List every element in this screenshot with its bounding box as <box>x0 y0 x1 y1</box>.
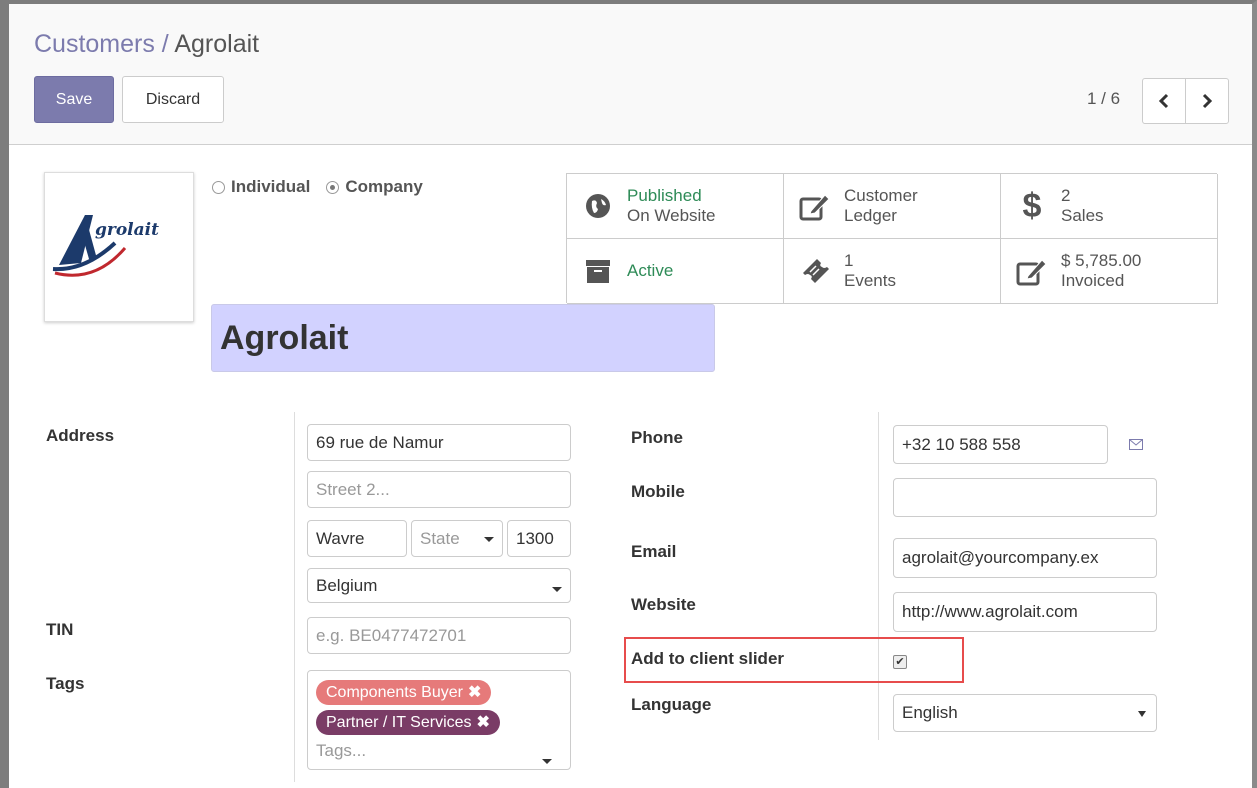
country-value: Belgium <box>316 576 378 595</box>
edit-icon <box>798 189 832 223</box>
events-label: Events <box>844 271 896 290</box>
phone-input[interactable]: +32 10 588 558 <box>893 425 1108 464</box>
caret-down-icon <box>484 537 494 542</box>
active-toggle-button[interactable]: Active <box>567 239 784 304</box>
chevron-right-icon <box>1202 93 1213 109</box>
partner-name-input[interactable]: Agrolait <box>211 304 715 372</box>
website-label: Website <box>631 595 696 614</box>
mobile-label: Mobile <box>631 482 685 501</box>
website-input[interactable]: http://www.agrolait.com <box>893 592 1157 632</box>
archive-icon <box>581 254 615 288</box>
email-label: Email <box>631 542 677 561</box>
company-logo[interactable]: grolait <box>44 172 194 322</box>
tag-chip: Components Buyer ✖ <box>316 680 492 705</box>
street-input[interactable]: 69 rue de Namur <box>307 424 571 461</box>
language-label: Language <box>631 695 712 714</box>
address-label: Address <box>46 426 115 445</box>
invoiced-amount: $ 5,785.00 <box>1061 251 1142 270</box>
control-panel <box>9 4 1252 145</box>
column-divider-left <box>294 412 295 782</box>
discard-button[interactable]: Discard <box>122 76 224 123</box>
pager-previous-button[interactable] <box>1142 78 1186 124</box>
tag-remove-icon[interactable]: ✖ <box>468 684 481 701</box>
client-slider-label: Add to client slider <box>631 649 785 668</box>
invoiced-label: Invoiced <box>1061 271 1125 290</box>
country-select[interactable]: Belgium <box>307 568 571 603</box>
radio-company[interactable] <box>326 180 340 194</box>
phone-label: Phone <box>631 428 683 447</box>
tag-chip: Partner / IT Services ✖ <box>316 710 500 735</box>
chevron-left-icon <box>1158 93 1169 109</box>
tags-field[interactable]: Components Buyer ✖ Partner / IT Services ✖… <box>307 670 571 770</box>
published-line1: Published <box>627 186 702 205</box>
events-button[interactable]: 1 Events <box>784 239 1001 304</box>
company-type-radio-group: Individual Company <box>212 177 423 197</box>
tin-input[interactable]: e.g. BE0477472701 <box>307 617 571 654</box>
client-slider-checkbox[interactable]: ✔ <box>893 655 907 669</box>
radio-company-label[interactable]: Company <box>345 177 422 197</box>
tags-input[interactable]: Tags... <box>316 741 366 761</box>
radio-individual-label[interactable]: Individual <box>231 177 310 197</box>
dollar-icon: $ <box>1022 186 1042 225</box>
pager-value[interactable]: 1 / 6 <box>1087 89 1120 109</box>
pager-next-button[interactable] <box>1185 78 1229 124</box>
mobile-input[interactable] <box>893 478 1157 517</box>
sales-count: 2 <box>1061 186 1071 205</box>
city-input[interactable]: Wavre <box>307 520 407 557</box>
caret-down-icon <box>1138 711 1146 717</box>
state-placeholder: State <box>420 529 460 548</box>
sales-button[interactable]: $ 2 Sales <box>1001 174 1218 239</box>
radio-individual[interactable] <box>212 180 225 194</box>
ledger-line2: Ledger <box>844 206 897 225</box>
ledger-line1: Customer <box>844 186 918 205</box>
edit-icon <box>1015 254 1049 288</box>
tag-label: Components Buyer <box>326 684 463 701</box>
agrolait-logo-icon: grolait <box>52 215 159 277</box>
tags-label: Tags <box>46 674 85 693</box>
save-button[interactable]: Save <box>34 76 114 123</box>
language-select[interactable]: English <box>893 694 1157 732</box>
customer-ledger-button[interactable]: Customer Ledger <box>784 174 1001 239</box>
published-line2: On Website <box>627 206 716 225</box>
ticket-icon <box>798 254 832 288</box>
events-count: 1 <box>844 251 854 270</box>
tag-remove-icon[interactable]: ✖ <box>477 714 490 731</box>
tin-label: TIN <box>46 620 74 639</box>
breadcrumb: Customers / Agrolait <box>34 30 259 59</box>
tag-label: Partner / IT Services <box>326 714 472 731</box>
state-select[interactable]: State <box>411 520 503 557</box>
street2-input[interactable]: Street 2... <box>307 471 571 508</box>
column-divider-right <box>878 412 879 740</box>
breadcrumb-parent[interactable]: Customers / <box>34 30 169 58</box>
language-value: English <box>902 703 958 722</box>
active-label: Active <box>627 261 674 280</box>
globe-icon <box>581 189 615 223</box>
zip-input[interactable]: 1300 <box>507 520 571 557</box>
breadcrumb-current: Agrolait <box>174 30 260 58</box>
sales-label: Sales <box>1061 206 1104 225</box>
published-button[interactable]: Published On Website <box>567 174 784 239</box>
email-input[interactable]: agrolait@yourcompany.ex <box>893 538 1157 578</box>
logo-text: grolait <box>95 220 159 240</box>
invoiced-button[interactable]: $ 5,785.00 Invoiced <box>1001 239 1218 304</box>
smart-buttons: Published On Website Customer Ledger $ 2 Sa… <box>566 173 1218 304</box>
envelope-icon[interactable] <box>1129 439 1143 450</box>
caret-down-icon <box>552 587 562 592</box>
caret-down-icon <box>542 759 552 764</box>
